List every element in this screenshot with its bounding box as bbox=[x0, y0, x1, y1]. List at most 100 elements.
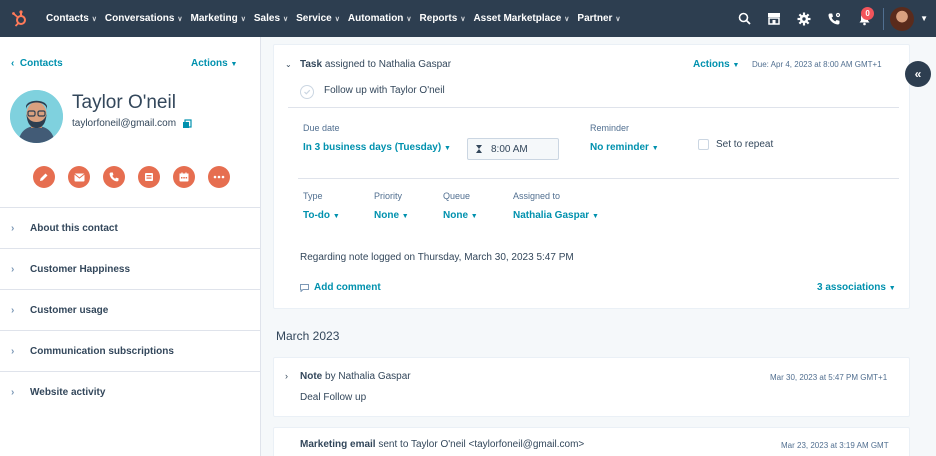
queue-label: Queue bbox=[443, 191, 471, 201]
divider bbox=[288, 107, 899, 108]
reminder-dropdown[interactable]: No reminder ▼ bbox=[590, 142, 659, 153]
note-expand-chevron-right-icon[interactable]: › bbox=[285, 371, 288, 381]
due-date-dropdown[interactable]: In 3 business days (Tuesday) ▼ bbox=[303, 142, 451, 153]
email-timestamp: Mar 23, 2023 at 3:19 AM GMT bbox=[781, 441, 889, 450]
chevron-right-icon: › bbox=[11, 386, 15, 398]
assigned-to-dropdown[interactable]: Nathalia Gaspar ▼ bbox=[513, 210, 599, 221]
nav-conversations[interactable]: Conversations ∨ bbox=[105, 13, 183, 24]
chevron-down-icon: ∨ bbox=[460, 15, 466, 23]
due-time-input[interactable]: 8:00 AM bbox=[467, 138, 559, 160]
account-menu-chevron-down-icon[interactable]: ▼ bbox=[920, 14, 928, 23]
sidebar-section-label: Website activity bbox=[30, 386, 106, 398]
email-icon[interactable] bbox=[68, 166, 90, 188]
email-header: Marketing email sent to Taylor O'neil <t… bbox=[300, 439, 584, 450]
hubspot-logo-icon[interactable] bbox=[0, 0, 38, 37]
chevron-right-icon: › bbox=[11, 304, 15, 316]
type-dropdown[interactable]: To-do ▼ bbox=[303, 210, 340, 221]
contact-sidebar-header: ‹ Contacts Actions ▼ bbox=[0, 37, 261, 89]
contact-sections: › About this contact › Customer Happiness › C… bbox=[0, 207, 260, 412]
nav-contacts-label: Contacts bbox=[46, 13, 89, 24]
marketplace-icon[interactable] bbox=[759, 0, 789, 37]
bell-icon[interactable]: 0 bbox=[849, 0, 879, 37]
nav-contacts[interactable]: Contacts ∨ bbox=[46, 13, 97, 24]
sidebar-section-label: About this contact bbox=[30, 222, 118, 234]
copy-icon[interactable] bbox=[182, 118, 192, 129]
regarding-text: Regarding note logged on Thursday, March… bbox=[300, 252, 574, 263]
sidebar-section-1[interactable]: › Customer Happiness bbox=[0, 248, 260, 289]
contact-actions-dropdown[interactable]: Actions ▼ bbox=[191, 58, 237, 69]
assigned-to-label: Assigned to bbox=[513, 191, 561, 201]
sidebar-section-0[interactable]: › About this contact bbox=[0, 207, 260, 248]
chevron-down-icon: ∨ bbox=[177, 15, 183, 23]
chevron-down-icon: ∨ bbox=[283, 15, 289, 23]
main-nav-menu: Contacts ∨ Conversations ∨ Marketing ∨ Sales ∨ S… bbox=[38, 0, 621, 37]
more-icon[interactable] bbox=[208, 166, 230, 188]
nav-service-label: Service bbox=[296, 13, 332, 24]
nav-utility-icons: 0 ▼ bbox=[729, 0, 936, 37]
calling-icon[interactable] bbox=[819, 0, 849, 37]
notification-count-badge: 0 bbox=[861, 7, 875, 20]
priority-value: None bbox=[374, 210, 399, 221]
reminder-value: No reminder bbox=[590, 142, 649, 153]
assigned-to-value: Nathalia Gaspar bbox=[513, 210, 590, 221]
note-timestamp: Mar 30, 2023 at 5:47 PM GMT+1 bbox=[770, 373, 888, 382]
associations-label: 3 associations bbox=[817, 282, 886, 293]
contact-email-row: taylorfoneil@gmail.com bbox=[72, 118, 192, 129]
top-navigation-bar: Contacts ∨ Conversations ∨ Marketing ∨ Sales ∨ S… bbox=[0, 0, 936, 37]
task-type-word: Task bbox=[300, 59, 323, 70]
note-icon[interactable] bbox=[33, 166, 55, 188]
meeting-icon[interactable] bbox=[173, 166, 195, 188]
queue-value: None bbox=[443, 210, 468, 221]
sidebar-section-3[interactable]: › Communication subscriptions bbox=[0, 330, 260, 371]
task-title[interactable]: Follow up with Taylor O'neil bbox=[324, 85, 445, 96]
chevron-down-icon: ∨ bbox=[564, 15, 570, 23]
add-comment-link[interactable]: Add comment bbox=[300, 282, 381, 293]
task-collapse-chevron-down-icon[interactable]: ⌄ bbox=[285, 60, 292, 69]
task-complete-checkbox[interactable] bbox=[300, 85, 314, 99]
nav-service[interactable]: Service ∨ bbox=[296, 13, 340, 24]
contact-email: taylorfoneil@gmail.com bbox=[72, 118, 177, 129]
chevron-right-icon: › bbox=[11, 345, 15, 357]
nav-marketing[interactable]: Marketing ∨ bbox=[191, 13, 246, 24]
contact-avatar bbox=[10, 90, 63, 143]
queue-dropdown[interactable]: None ▼ bbox=[443, 210, 478, 221]
chevron-down-icon: ∨ bbox=[406, 15, 412, 23]
associations-dropdown[interactable]: 3 associations ▼ bbox=[817, 282, 896, 293]
search-icon[interactable] bbox=[729, 0, 759, 37]
user-avatar[interactable] bbox=[890, 6, 915, 31]
note-body: Deal Follow up bbox=[300, 392, 367, 403]
nav-partner[interactable]: Partner ∨ bbox=[577, 13, 620, 24]
task-card: ⌄ Task assigned to Nathalia Gaspar Actio… bbox=[273, 44, 910, 309]
marketing-email-card: Marketing email sent to Taylor O'neil <t… bbox=[273, 427, 910, 456]
due-date-value: In 3 business days (Tuesday) bbox=[303, 142, 442, 153]
email-type-word: Marketing email bbox=[300, 439, 376, 450]
comment-icon bbox=[300, 283, 309, 292]
collapse-sidebar-double-chevron-icon[interactable]: « bbox=[905, 61, 931, 87]
sidebar-section-2[interactable]: › Customer usage bbox=[0, 289, 260, 330]
nav-automation-label: Automation bbox=[347, 13, 404, 24]
due-time-value: 8:00 AM bbox=[491, 143, 528, 155]
contact-sidebar: ‹ Contacts Actions ▼ Taylor O'neil taylo… bbox=[0, 37, 261, 456]
gear-icon[interactable] bbox=[789, 0, 819, 37]
due-date-label: Due date bbox=[303, 123, 340, 133]
back-to-contacts-link[interactable]: ‹ Contacts bbox=[11, 58, 63, 69]
timeline-month-heading: March 2023 bbox=[276, 329, 340, 343]
chevron-right-icon: › bbox=[11, 222, 15, 234]
add-comment-label: Add comment bbox=[314, 282, 381, 293]
priority-dropdown[interactable]: None ▼ bbox=[374, 210, 409, 221]
call-icon[interactable] bbox=[103, 166, 125, 188]
nav-reports-label: Reports bbox=[419, 13, 458, 24]
task-header: Task assigned to Nathalia Gaspar bbox=[300, 59, 451, 70]
sidebar-section-4[interactable]: › Website activity bbox=[0, 371, 260, 412]
contact-name[interactable]: Taylor O'neil bbox=[72, 92, 176, 114]
repeat-checkbox[interactable] bbox=[698, 139, 709, 150]
nav-asset-marketplace[interactable]: Asset Marketplace ∨ bbox=[473, 13, 569, 24]
nav-sales[interactable]: Sales ∨ bbox=[254, 13, 288, 24]
nav-reports[interactable]: Reports ∨ bbox=[420, 13, 466, 24]
task-actions-dropdown[interactable]: Actions ▼ bbox=[693, 59, 739, 70]
priority-label: Priority bbox=[374, 191, 403, 201]
nav-automation[interactable]: Automation ∨ bbox=[348, 13, 412, 24]
chevron-down-icon: ∨ bbox=[334, 15, 340, 23]
task-icon[interactable] bbox=[138, 166, 160, 188]
nav-conversations-label: Conversations bbox=[104, 13, 175, 24]
